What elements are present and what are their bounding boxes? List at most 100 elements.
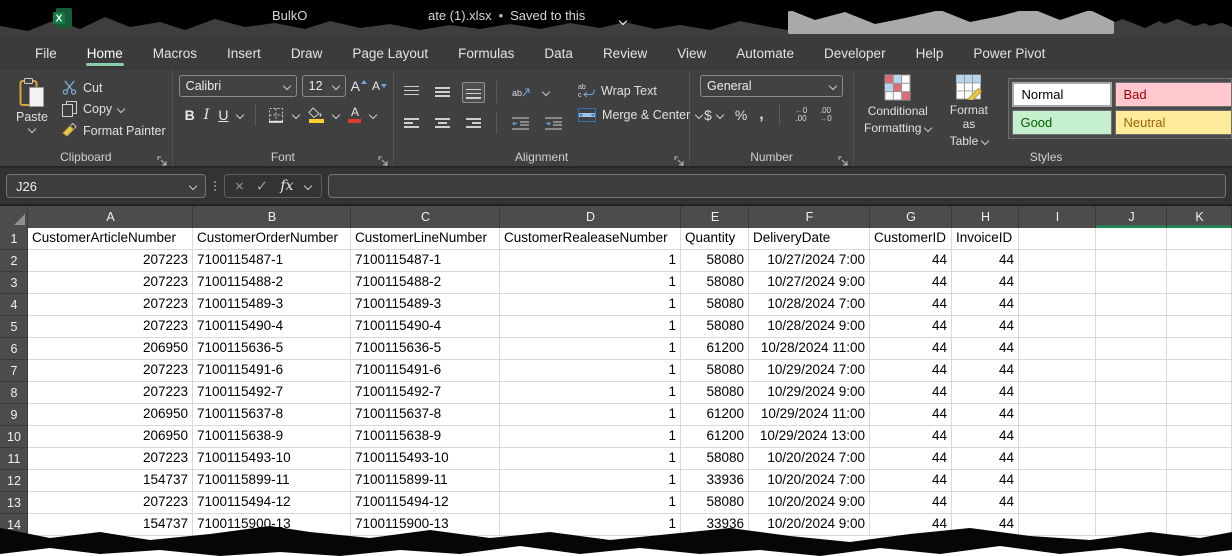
column-header-I[interactable]: I: [1019, 206, 1096, 228]
cell-E4[interactable]: 58080: [681, 294, 749, 316]
cell-C5[interactable]: 7100115490-4: [351, 316, 500, 338]
cell-K1[interactable]: [1167, 228, 1232, 250]
decrease-font-size-button[interactable]: A: [372, 79, 387, 93]
borders-icon[interactable]: [268, 107, 284, 123]
cell-D11[interactable]: 1: [500, 448, 681, 470]
cell-G11[interactable]: 44: [870, 448, 952, 470]
cell-K12[interactable]: [1167, 470, 1232, 492]
tab-insert[interactable]: Insert: [212, 39, 276, 70]
cell-B12[interactable]: 7100115899-11: [193, 470, 351, 492]
cell-G8[interactable]: 44: [870, 382, 952, 404]
cell-I4[interactable]: [1019, 294, 1096, 316]
row-header-2[interactable]: 2: [0, 250, 28, 272]
cell-J8[interactable]: [1096, 382, 1167, 404]
insert-function-button[interactable]: fx: [280, 178, 293, 194]
cell-F9[interactable]: 10/29/2024 11:00: [749, 404, 870, 426]
cell-J3[interactable]: [1096, 272, 1167, 294]
cell-F6[interactable]: 10/28/2024 11:00: [749, 338, 870, 360]
cell-F2[interactable]: 10/27/2024 7:00: [749, 250, 870, 272]
cell-F7[interactable]: 10/29/2024 7:00: [749, 360, 870, 382]
cell-J4[interactable]: [1096, 294, 1167, 316]
row-header-1[interactable]: 1: [0, 228, 28, 250]
formula-bar-grip[interactable]: [212, 181, 218, 191]
cell-F3[interactable]: 10/27/2024 9:00: [749, 272, 870, 294]
cell-I11[interactable]: [1019, 448, 1096, 470]
cell-J7[interactable]: [1096, 360, 1167, 382]
cell-E5[interactable]: 58080: [681, 316, 749, 338]
cell-D2[interactable]: 1: [500, 250, 681, 272]
cell-E1[interactable]: Quantity: [681, 228, 749, 250]
cell-D7[interactable]: 1: [500, 360, 681, 382]
cell-B8[interactable]: 7100115492-7: [193, 382, 351, 404]
cell-E11[interactable]: 58080: [681, 448, 749, 470]
cell-style-normal[interactable]: Normal: [1012, 82, 1112, 107]
alignment-dialog-launcher[interactable]: [674, 153, 684, 163]
cell-I1[interactable]: [1019, 228, 1096, 250]
cell-J10[interactable]: [1096, 426, 1167, 448]
increase-decimal-button[interactable]: ←0.00: [795, 107, 807, 123]
cell-H1[interactable]: InvoiceID: [952, 228, 1019, 250]
cell-H10[interactable]: 44: [952, 426, 1019, 448]
cell-H9[interactable]: 44: [952, 404, 1019, 426]
merge-center-button[interactable]: Merge & Center: [578, 108, 702, 122]
cell-G3[interactable]: 44: [870, 272, 952, 294]
cell-F11[interactable]: 10/20/2024 7:00: [749, 448, 870, 470]
row-header-12[interactable]: 12: [0, 470, 28, 492]
underline-chevron-icon[interactable]: [236, 111, 244, 119]
cell-H11[interactable]: 44: [952, 448, 1019, 470]
cell-A3[interactable]: 207223: [28, 272, 193, 294]
cell-I5[interactable]: [1019, 316, 1096, 338]
cell-D5[interactable]: 1: [500, 316, 681, 338]
fill-color-chevron-icon[interactable]: [332, 111, 340, 119]
cell-E3[interactable]: 58080: [681, 272, 749, 294]
cell-A4[interactable]: 207223: [28, 294, 193, 316]
cell-K6[interactable]: [1167, 338, 1232, 360]
cell-E6[interactable]: 61200: [681, 338, 749, 360]
column-header-G[interactable]: G: [870, 206, 952, 228]
align-center-button[interactable]: [431, 113, 454, 134]
cell-I7[interactable]: [1019, 360, 1096, 382]
tab-draw[interactable]: Draw: [276, 39, 338, 70]
clipboard-dialog-launcher[interactable]: [157, 153, 167, 163]
cell-J1[interactable]: [1096, 228, 1167, 250]
cell-C1[interactable]: CustomerLineNumber: [351, 228, 500, 250]
borders-chevron-icon[interactable]: [292, 111, 300, 119]
cell-C10[interactable]: 7100115638-9: [351, 426, 500, 448]
font-name-select[interactable]: Calibri: [179, 75, 297, 97]
cell-E2[interactable]: 58080: [681, 250, 749, 272]
cell-D10[interactable]: 1: [500, 426, 681, 448]
font-size-select[interactable]: 12: [302, 75, 346, 97]
number-format-select[interactable]: General: [700, 75, 843, 97]
row-header-6[interactable]: 6: [0, 338, 28, 360]
tab-review[interactable]: Review: [588, 39, 662, 70]
cell-D3[interactable]: 1: [500, 272, 681, 294]
row-header-5[interactable]: 5: [0, 316, 28, 338]
cell-C4[interactable]: 7100115489-3: [351, 294, 500, 316]
cell-B4[interactable]: 7100115489-3: [193, 294, 351, 316]
cell-G6[interactable]: 44: [870, 338, 952, 360]
cell-H5[interactable]: 44: [952, 316, 1019, 338]
insert-function-chevron-icon[interactable]: [304, 182, 312, 190]
cell-H8[interactable]: 44: [952, 382, 1019, 404]
cell-A8[interactable]: 207223: [28, 382, 193, 404]
cell-G4[interactable]: 44: [870, 294, 952, 316]
cell-K2[interactable]: [1167, 250, 1232, 272]
cell-C7[interactable]: 7100115491-6: [351, 360, 500, 382]
increase-indent-button[interactable]: [541, 113, 566, 134]
comma-format-button[interactable]: ,: [759, 106, 763, 124]
copy-chevron-icon[interactable]: [117, 105, 125, 113]
cell-C8[interactable]: 7100115492-7: [351, 382, 500, 404]
font-dialog-launcher[interactable]: [378, 153, 388, 163]
cell-B6[interactable]: 7100115636-5: [193, 338, 351, 360]
copy-button[interactable]: Copy: [62, 101, 166, 117]
cell-K3[interactable]: [1167, 272, 1232, 294]
name-box-chevron-icon[interactable]: [189, 182, 197, 190]
cell-A7[interactable]: 207223: [28, 360, 193, 382]
format-as-table-button[interactable]: Format as Table: [939, 74, 998, 148]
bold-button[interactable]: B: [185, 107, 195, 123]
cell-D4[interactable]: 1: [500, 294, 681, 316]
row-header-4[interactable]: 4: [0, 294, 28, 316]
cell-D6[interactable]: 1: [500, 338, 681, 360]
cell-B9[interactable]: 7100115637-8: [193, 404, 351, 426]
cell-G2[interactable]: 44: [870, 250, 952, 272]
